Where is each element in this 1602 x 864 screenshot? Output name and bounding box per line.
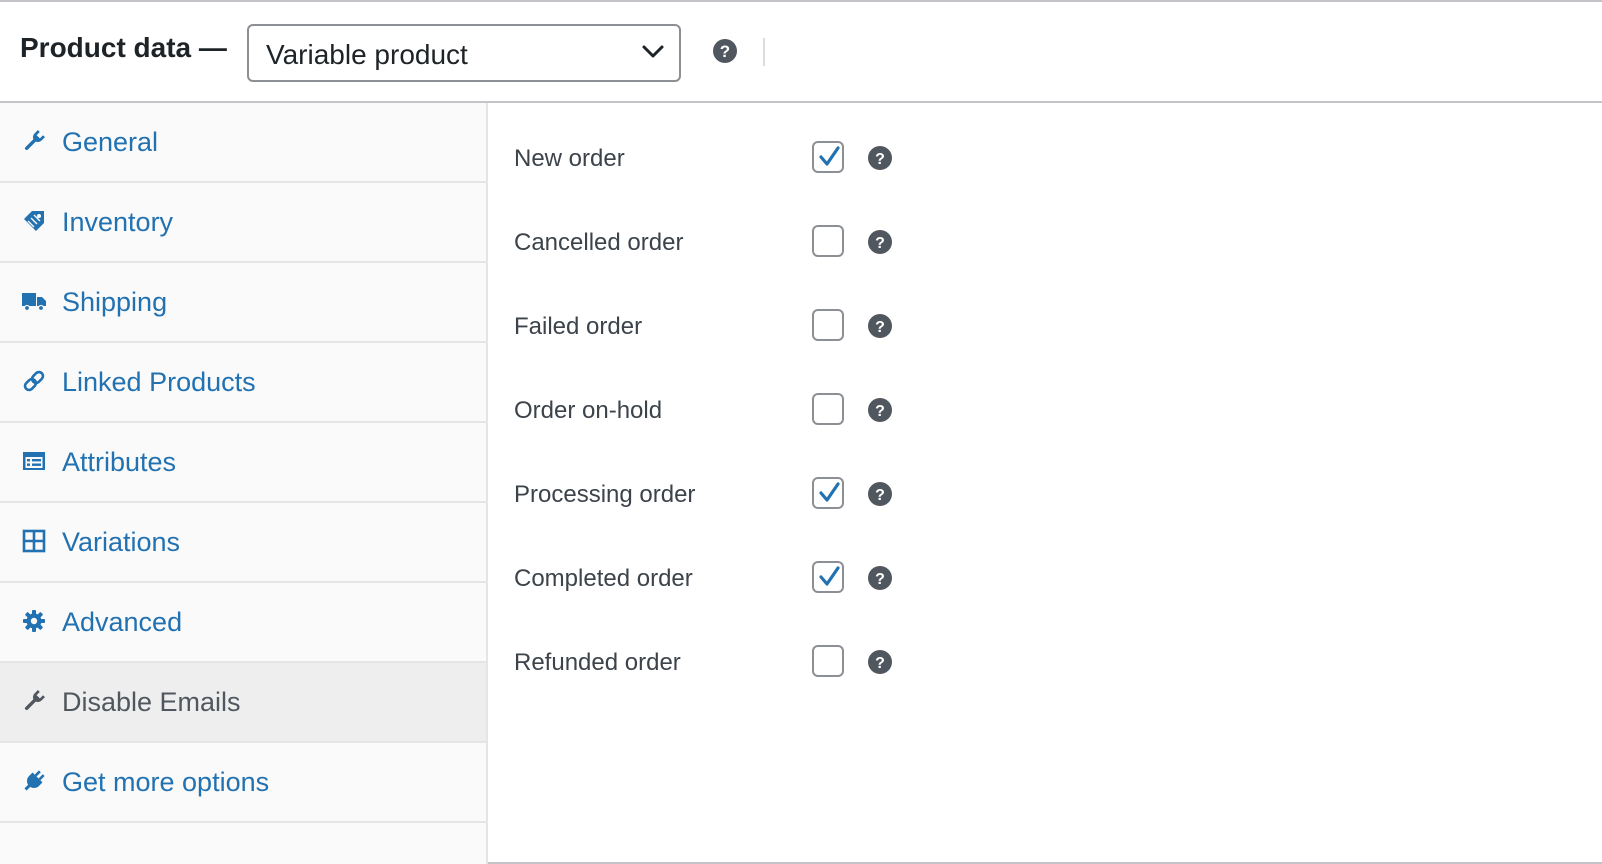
product-data-tabs: General Inventory Shipping Linked Produc… — [0, 103, 488, 864]
email-option-row: Completed order ? — [488, 547, 1488, 607]
product-data-header: Product data — Variable product ? — [0, 2, 1602, 103]
tab-label: General — [62, 127, 159, 157]
order-on-hold-checkbox[interactable] — [812, 393, 844, 425]
link-icon — [23, 370, 45, 392]
product-data-panel: Product data — Variable product ? Genera… — [0, 0, 1602, 864]
help-circle-icon[interactable]: ? — [868, 650, 892, 674]
completed-order-checkbox[interactable] — [812, 561, 844, 593]
product-data-title: Product data — — [20, 32, 227, 63]
grid-icon — [22, 529, 46, 553]
tab-label: Advanced — [62, 607, 183, 637]
tab-label: Variations — [62, 527, 181, 557]
help-circle-icon[interactable]: ? — [868, 230, 892, 254]
svg-text:?: ? — [875, 151, 885, 168]
new-order-checkbox[interactable] — [812, 141, 844, 173]
refunded-order-checkbox[interactable] — [812, 645, 844, 677]
tab-attributes[interactable]: Attributes — [0, 423, 486, 503]
chevron-down-icon — [642, 45, 664, 58]
disable-emails-panel: New order ? Cancelled order ? Failed ord… — [488, 103, 1602, 864]
email-option-label: Failed order — [514, 313, 643, 340]
wrench-icon — [24, 690, 45, 711]
svg-text:?: ? — [875, 571, 885, 588]
help-circle-icon[interactable]: ? — [868, 398, 892, 422]
tab-advanced[interactable]: Advanced — [0, 583, 486, 663]
email-option-row: Order on-hold ? — [488, 379, 1488, 439]
tab-get-more-options[interactable]: Get more options — [0, 743, 486, 823]
help-circle-icon[interactable]: ? — [712, 38, 738, 64]
help-circle-icon[interactable]: ? — [868, 566, 892, 590]
help-circle-icon[interactable]: ? — [868, 314, 892, 338]
svg-text:?: ? — [720, 42, 730, 61]
cancelled-order-checkbox[interactable] — [812, 225, 844, 257]
email-option-row: Processing order ? — [488, 463, 1488, 523]
email-option-label: New order — [514, 145, 625, 172]
tab-disable-emails[interactable]: Disable Emails — [0, 663, 486, 743]
tab-label: Get more options — [62, 767, 270, 797]
svg-text:?: ? — [875, 487, 885, 504]
truck-icon — [22, 293, 46, 312]
failed-order-checkbox[interactable] — [812, 309, 844, 341]
tab-general[interactable]: General — [0, 103, 486, 183]
wrench-icon — [24, 130, 45, 151]
tab-variations[interactable]: Variations — [0, 503, 486, 583]
tab-label: Attributes — [62, 447, 177, 477]
tab-inventory[interactable]: Inventory — [0, 183, 486, 263]
gear-icon — [23, 610, 45, 632]
email-option-row: Cancelled order ? — [488, 211, 1488, 271]
svg-text:?: ? — [875, 403, 885, 420]
processing-order-checkbox[interactable] — [812, 477, 844, 509]
tab-label: Inventory — [62, 207, 174, 237]
svg-text:?: ? — [875, 235, 885, 252]
tab-linked-products[interactable]: Linked Products — [0, 343, 486, 423]
product-type-value: Variable product — [266, 39, 468, 70]
svg-text:?: ? — [875, 319, 885, 336]
tab-shipping[interactable]: Shipping — [0, 263, 486, 343]
checkmark-icon — [819, 566, 840, 586]
help-circle-icon[interactable]: ? — [868, 482, 892, 506]
checkmark-icon — [819, 146, 840, 166]
help-circle-icon[interactable]: ? — [868, 146, 892, 170]
plugin-icon — [24, 770, 45, 791]
svg-text:?: ? — [875, 655, 885, 672]
checkmark-icon — [819, 482, 840, 502]
email-option-label: Completed order — [514, 565, 693, 592]
tab-label: Shipping — [62, 287, 168, 317]
email-option-label: Refunded order — [514, 649, 681, 676]
email-option-label: Cancelled order — [514, 229, 684, 256]
tag-icon — [24, 211, 44, 231]
email-option-label: Processing order — [514, 481, 696, 508]
email-option-row: Refunded order ? — [488, 631, 1488, 691]
email-option-row: Failed order ? — [488, 295, 1488, 355]
header-divider — [763, 38, 765, 66]
list-view-icon — [23, 452, 45, 470]
email-option-row: New order ? — [488, 127, 1488, 187]
email-option-label: Order on-hold — [514, 397, 663, 424]
tab-label: Disable Emails — [62, 687, 241, 717]
product-type-select[interactable]: Variable product — [247, 24, 681, 82]
tab-label: Linked Products — [62, 367, 256, 397]
